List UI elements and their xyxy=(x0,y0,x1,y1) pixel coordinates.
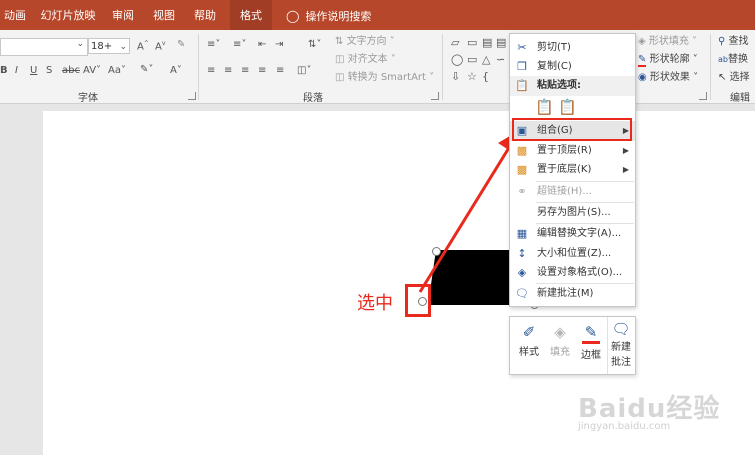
context-menu: ✂ 剪切(T) ❐ 复制(C) 📋 粘贴选项: 📋 📋 ▣ 组合(G) ▶ ▩ … xyxy=(509,33,636,307)
paste-picture-icon[interactable]: 📋 xyxy=(558,98,577,118)
paste-icon: 📋 xyxy=(515,79,529,92)
style-button[interactable]: ✐ 样式 xyxy=(514,317,544,374)
menu-item-paste-options: 📋 粘贴选项: xyxy=(510,76,635,96)
menu-item-label: 置于顶层(R) xyxy=(537,145,592,156)
link-icon: ⚭ xyxy=(517,185,527,198)
border-label: 边框 xyxy=(581,350,601,361)
fill-button[interactable]: ◈ 填充 xyxy=(545,317,575,374)
menu-item-new-comment[interactable]: 🗨 新建批注(M) xyxy=(510,284,635,304)
menu-item-save-as-picture[interactable]: 另存为图片(S)... xyxy=(510,203,635,223)
menu-item-label: 复制(C) xyxy=(537,61,572,72)
pen-icon: ✎ xyxy=(582,323,600,344)
menu-item-label: 置于底层(K) xyxy=(537,164,592,175)
annotation-highlight-box xyxy=(512,118,632,141)
submenu-arrow-icon: ▶ xyxy=(622,165,629,174)
size-position-icon: ↕ xyxy=(517,247,527,260)
format-shape-icon: ◈ xyxy=(517,266,527,279)
new-comment-label-line1: 新建 xyxy=(611,342,631,353)
menu-item-label: 编辑替换文字(A)... xyxy=(537,228,622,239)
border-button[interactable]: ✎ 边框 xyxy=(576,317,606,374)
annotation-arrow xyxy=(418,130,520,293)
bring-front-icon: ▩ xyxy=(516,144,528,157)
menu-item-format-shape[interactable]: ◈ 设置对象格式(O)... xyxy=(510,263,635,283)
menu-item-label: 粘贴选项: xyxy=(537,80,581,91)
menu-item-size-position[interactable]: ↕ 大小和位置(Z)... xyxy=(510,244,635,264)
send-back-icon: ▩ xyxy=(516,163,528,176)
paint-bucket-icon: ◈ xyxy=(554,323,566,341)
alt-text-icon: ▦ xyxy=(516,227,528,240)
fill-label: 填充 xyxy=(550,347,570,358)
menu-item-copy[interactable]: ❐ 复制(C) xyxy=(510,57,635,77)
watermark-url: jingyan.baidu.com xyxy=(578,421,671,432)
submenu-arrow-icon: ▶ xyxy=(622,146,629,155)
menu-item-alt-text[interactable]: ▦ 编辑替换文字(A)... xyxy=(510,224,635,244)
mini-toolbar: ✐ 样式 ◈ 填充 ✎ 边框 🗨 新建 批注 xyxy=(509,316,636,375)
copy-icon: ❐ xyxy=(517,60,527,73)
comment-icon: 🗨 xyxy=(611,320,631,338)
paste-keep-source-icon[interactable]: 📋 xyxy=(535,98,554,118)
menu-item-label: 新建批注(M) xyxy=(537,288,594,299)
new-comment-label-line2: 批注 xyxy=(611,357,631,368)
style-label: 样式 xyxy=(519,347,539,358)
menu-item-send-back[interactable]: ▩ 置于底层(K) ▶ xyxy=(510,160,635,180)
menu-item-hyperlink: ⚭ 超链接(H)... xyxy=(510,182,635,202)
menu-item-label: 设置对象格式(O)... xyxy=(537,267,623,278)
menu-item-label: 大小和位置(Z)... xyxy=(537,248,612,259)
watermark-logo: Baidu经验 xyxy=(578,394,721,424)
scissors-icon: ✂ xyxy=(517,41,527,54)
menu-item-label: 超链接(H)... xyxy=(537,186,592,197)
comment-icon: 🗨 xyxy=(515,287,529,300)
menu-item-label: 剪切(T) xyxy=(537,42,571,53)
menu-item-cut[interactable]: ✂ 剪切(T) xyxy=(510,38,635,58)
menu-item-bring-front[interactable]: ▩ 置于顶层(R) ▶ xyxy=(510,141,635,161)
menu-item-label: 另存为图片(S)... xyxy=(537,207,611,218)
new-comment-button[interactable]: 🗨 新建 批注 xyxy=(607,317,634,374)
style-icon: ✐ xyxy=(522,323,536,341)
